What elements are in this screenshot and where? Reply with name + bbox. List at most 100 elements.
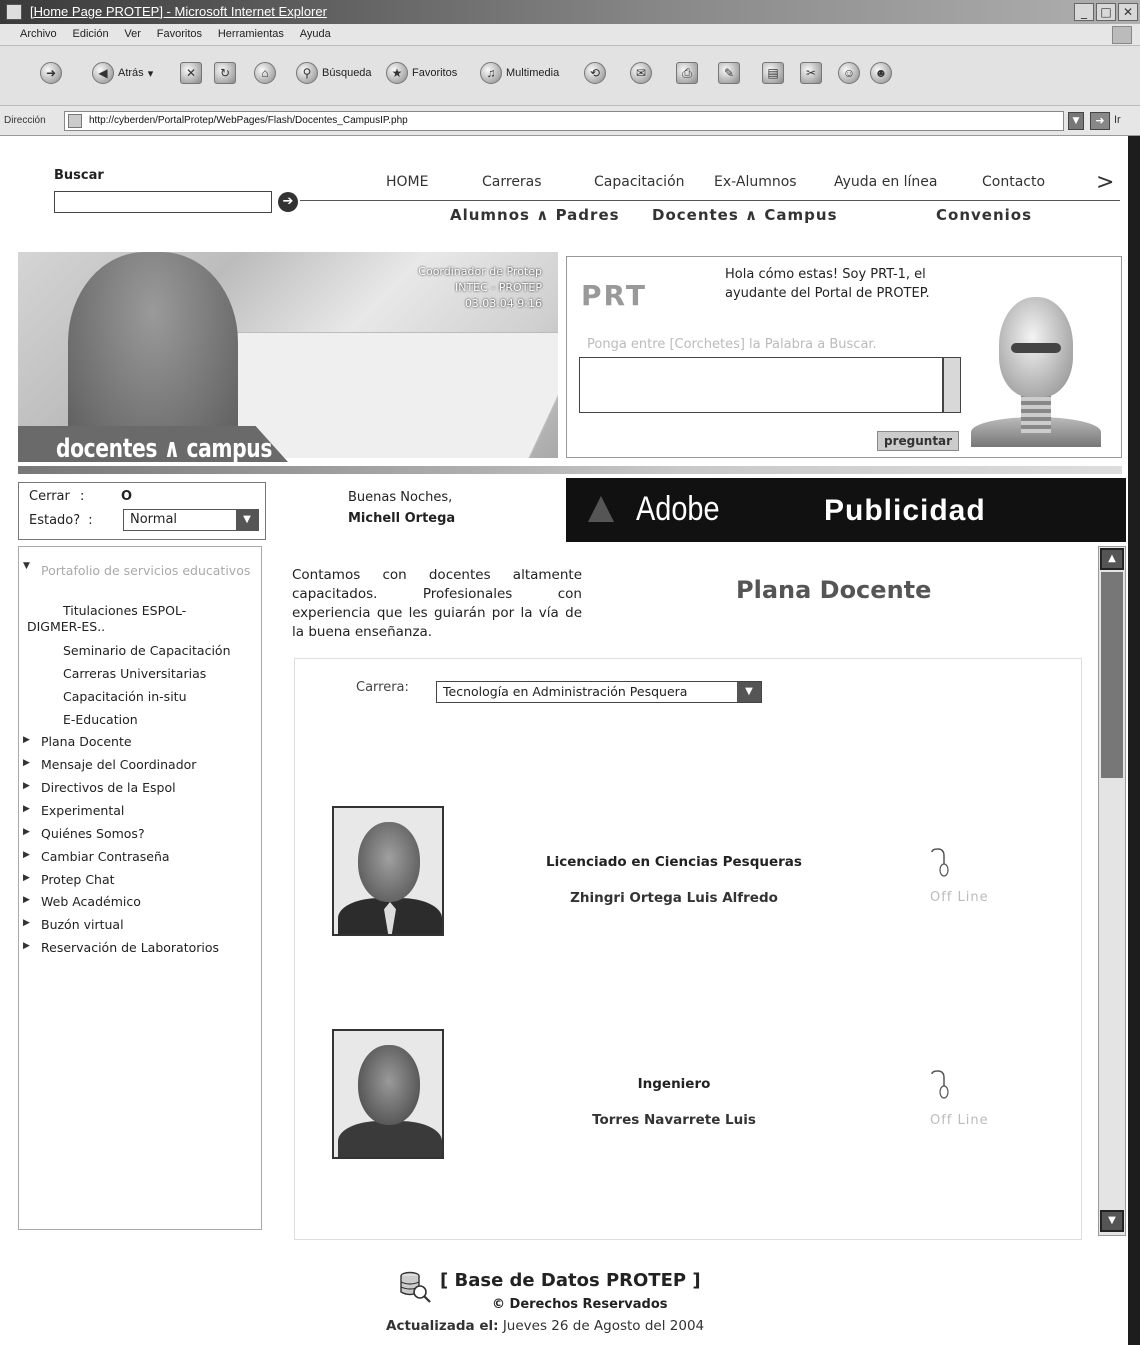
intro-text: Contamos con docentes altamente capacita… [292, 567, 582, 640]
state-label: Estado? [29, 513, 81, 528]
nav-contacto[interactable]: Contacto [982, 174, 1045, 190]
nav-capacitacion[interactable]: Capacitación [594, 174, 685, 190]
minimize-button[interactable]: _ [1074, 3, 1094, 21]
sidebar-menu: ▼ Portafolio de servicios educativos Tit… [18, 546, 262, 1230]
magnifier-icon: ⚲ [296, 62, 318, 84]
window-titlebar: [Home Page PROTEP] - Microsoft Internet … [0, 0, 1140, 24]
nav-carreras[interactable]: Carreras [482, 174, 542, 190]
address-input[interactable]: http://cyberden/PortalProtep/WebPages/Fl… [64, 111, 1064, 131]
discuss-button[interactable]: ▤ [762, 58, 784, 88]
research-icon: ✂ [800, 62, 822, 84]
contacts-icon: ☻ [870, 62, 892, 84]
teacher-online-status: Off Line [930, 1113, 989, 1128]
carrera-select-value: Tecnología en Administración Pesquera [443, 684, 688, 699]
scrollbar-thumb[interactable] [1101, 572, 1123, 778]
close-session-button[interactable]: O [121, 489, 132, 504]
teacher-title: Licenciado en Ciencias Pesqueras [546, 854, 802, 870]
nav-home[interactable]: HOME [386, 174, 428, 190]
ask-button[interactable]: preguntar [877, 431, 960, 451]
assistant-panel: PRT Hola cómo estas! Soy PRT-1, el ayuda… [566, 256, 1122, 458]
hero-person [68, 252, 238, 452]
sidebar-item-reservacion[interactable]: Reservación de Laboratorios [41, 940, 219, 955]
nav-next-arrow-icon[interactable]: > [1096, 170, 1114, 195]
windows-logo-icon [1112, 26, 1132, 44]
footer-updated-label: Actualizada el: [386, 1318, 499, 1334]
home-icon: ⌂ [254, 62, 276, 84]
menu-favoritos[interactable]: Favoritos [151, 24, 208, 40]
assistant-question-input[interactable] [579, 357, 943, 413]
menu-ver[interactable]: Ver [118, 24, 147, 40]
sidebar-item-mensaje[interactable]: Mensaje del Coordinador [41, 757, 196, 772]
assistant-input-scrollbar[interactable] [943, 357, 961, 413]
window-title: [Home Page PROTEP] - Microsoft Internet … [30, 4, 327, 19]
search-label: Búsqueda [322, 67, 372, 79]
collapsed-triangle-icon: ▶ [23, 804, 30, 814]
printer-icon: ⎙ [676, 62, 698, 84]
back-label: Atrás [118, 67, 144, 79]
sidebar-subitem-titulaciones[interactable]: Titulaciones ESPOL- [63, 603, 186, 618]
sidebar-subitem-e-education[interactable]: E-Education [63, 712, 138, 727]
print-button[interactable]: ⎙ [676, 58, 698, 88]
messenger-icon: ☺ [838, 62, 860, 84]
sidebar-item-quienes-somos[interactable]: Quiénes Somos? [41, 826, 145, 841]
teacher-photo [332, 806, 444, 936]
ad-banner[interactable]: Adobe Publicidad [566, 478, 1126, 542]
back-button[interactable]: ◀ Atrás ▾ [92, 58, 153, 88]
home-button[interactable]: ⌂ [254, 58, 276, 88]
subnav-docentes-campus[interactable]: Docentes ∧ Campus [652, 206, 838, 224]
search-label: Buscar [54, 168, 104, 183]
scroll-down-icon[interactable]: ▼ [1100, 1210, 1124, 1232]
search-go-arrow-icon[interactable]: ➔ [278, 192, 298, 212]
sidebar-subitem-carreras[interactable]: Carreras Universitarias [63, 666, 206, 681]
sidebar-item-experimental[interactable]: Experimental [41, 803, 124, 818]
sidebar-subitem-seminario[interactable]: Seminario de Capacitación [63, 643, 231, 658]
sidebar-section-portafolio[interactable]: Portafolio de servicios educativos [41, 563, 251, 579]
maximize-button[interactable]: □ [1096, 3, 1116, 21]
user-name: Michell Ortega [348, 511, 456, 526]
state-select[interactable]: Normal ▼ [123, 509, 259, 531]
teacher-title: Ingeniero [637, 1076, 711, 1092]
nav-ayuda-en-linea[interactable]: Ayuda en línea [834, 174, 937, 190]
media-label: Multimedia [506, 67, 560, 79]
close-button[interactable]: ✕ [1118, 3, 1138, 21]
sidebar-item-cambiar-contrasena[interactable]: Cambiar Contraseña [41, 849, 170, 864]
menu-edicion[interactable]: Edición [67, 24, 115, 40]
address-dropdown-icon[interactable]: ▼ [1068, 112, 1084, 130]
sidebar-item-protep-chat[interactable]: Protep Chat [41, 872, 115, 887]
sidebar-subitem-titulaciones-cont[interactable]: DIGMER-ES.. [27, 619, 105, 634]
nav-ex-alumnos[interactable]: Ex-Alumnos [714, 174, 797, 190]
refresh-button[interactable]: ↻ [214, 58, 236, 88]
go-label[interactable]: Ir [1114, 114, 1121, 126]
scroll-up-icon[interactable]: ▲ [1100, 548, 1124, 570]
go-arrow-button[interactable]: ➜ [1090, 112, 1110, 130]
sidebar-item-web-academico[interactable]: Web Académico [41, 894, 141, 909]
sidebar-item-plana-docente[interactable]: Plana Docente [41, 734, 132, 749]
forward-arrow-button[interactable]: ➜ [40, 58, 62, 88]
subnav-convenios[interactable]: Convenios [936, 206, 1032, 224]
back-dropdown-icon: ▾ [147, 67, 154, 80]
media-button[interactable]: ♫ Multimedia [480, 58, 559, 88]
mail-button[interactable]: ✉ [630, 58, 652, 88]
adobe-logo-icon [588, 496, 614, 522]
search-input[interactable] [54, 191, 272, 213]
stop-button[interactable]: ✕ [180, 58, 202, 88]
sidebar-item-directivos[interactable]: Directivos de la Espol [41, 780, 176, 795]
edit-button[interactable]: ✎ [718, 58, 740, 88]
carrera-select[interactable]: Tecnología en Administración Pesquera ▼ [436, 681, 762, 703]
subnav-alumnos-padres[interactable]: Alumnos ∧ Padres [450, 206, 620, 224]
menu-herramientas[interactable]: Herramientas [212, 24, 290, 40]
sidebar-item-buzon-virtual[interactable]: Buzón virtual [41, 917, 124, 932]
hero-caption-line1: Coordinador de Protep [418, 265, 542, 278]
menu-archivo[interactable]: Archivo [14, 24, 63, 40]
sidebar-subitem-capacitacion[interactable]: Capacitación in-situ [63, 689, 187, 704]
research-button[interactable]: ✂ [800, 58, 822, 88]
state-select-value: Normal [130, 512, 178, 527]
messenger-button[interactable]: ☺ [838, 58, 860, 88]
contacts-button[interactable]: ☻ [870, 58, 892, 88]
favorites-button[interactable]: ★ Favoritos [386, 58, 457, 88]
search-button[interactable]: ⚲ Búsqueda [296, 58, 372, 88]
chevron-down-icon: ▼ [236, 510, 258, 530]
history-button[interactable]: ⟲ [584, 58, 606, 88]
menu-ayuda[interactable]: Ayuda [294, 24, 337, 40]
address-bar: Dirección http://cyberden/PortalProtep/W… [0, 106, 1140, 136]
